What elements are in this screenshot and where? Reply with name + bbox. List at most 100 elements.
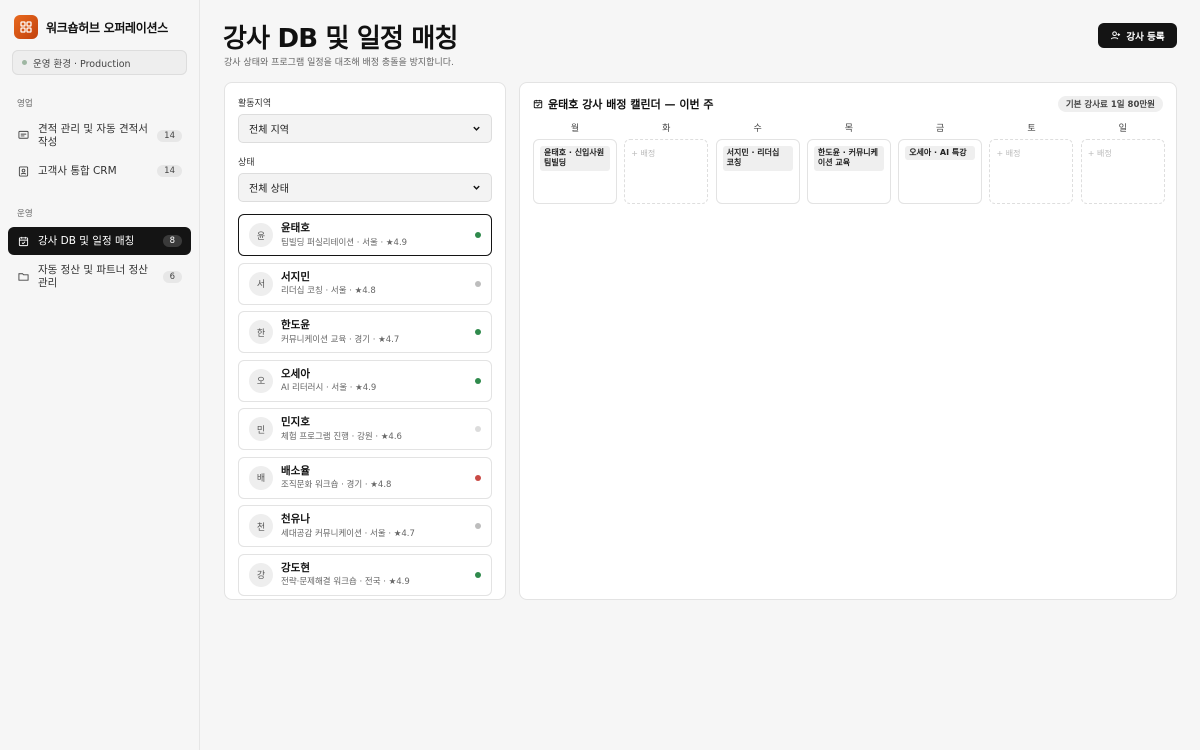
instructor-name: 강도현	[281, 561, 310, 574]
instructor-row[interactable]: 민 민지호체험 프로그램 진행 · 강원 · ★4.6	[238, 408, 492, 450]
instructor-info: 천유나세대공감 커뮤니케이션 · 서울 · ★4.7	[281, 513, 475, 538]
avatar: 민	[249, 417, 273, 441]
weekday-label: 일	[1118, 124, 1127, 134]
sidebar-item-count-badge: 14	[157, 129, 182, 142]
assign-slot-text[interactable]: + 배정	[1088, 146, 1158, 161]
weekday-cells: 윤태호 · 신입사원 팀빌딩 + 배정 서지민 · 리더십 코칭 한도윤 · 커뮤니케…	[533, 139, 1165, 204]
weekday-label: 수	[753, 124, 762, 134]
calendar-day-cell-empty[interactable]: + 배정	[624, 139, 709, 204]
instructor-info: 오세아 AI 리터러시 · 서울 · ★4.9	[281, 368, 475, 393]
sidebar-item-label: 견적 관리 및 자동 견적서 작성	[38, 123, 148, 148]
avatar: 강	[249, 562, 273, 587]
sidebar: 워크숍허브 오퍼레이션스 운영 환경 · Production 영업 견적 관리…	[0, 0, 200, 750]
environment-status-dot	[22, 60, 27, 65]
avatar: 천	[249, 514, 273, 538]
sidebar-item-instructors[interactable]: 강사 DB 및 일정 매칭 8	[8, 227, 191, 256]
instructor-row[interactable]: 한 한도윤커뮤니케이션 교육 · 경기 · ★4.7	[238, 311, 492, 353]
status-dot	[475, 329, 481, 335]
chevron-down-icon	[473, 126, 480, 131]
calendar-day-cell-empty[interactable]: + 배정	[1080, 139, 1165, 204]
instructor-meta: 리더십 코칭 · 서울 · ★4.8	[281, 286, 376, 297]
status-dot	[475, 426, 481, 432]
environment-selector[interactable]: 운영 환경 · Production	[12, 50, 187, 75]
booking-chip[interactable]: 서지민 · 리더십 코칭	[722, 146, 793, 171]
instructor-row[interactable]: 오 오세아 AI 리터러시 · 서울 · ★4.9	[238, 359, 492, 402]
calendar-day-cell[interactable]: 윤태호 · 신입사원 팀빌딩	[533, 139, 617, 204]
instructor-name: 서지민	[281, 270, 310, 283]
instructor-meta: 전략·문제해결 워크숍 · 전국 · ★4.9	[281, 577, 410, 588]
instructor-name: 천유나	[281, 513, 310, 526]
instructor-name: 배소율	[281, 464, 310, 477]
avatar: 배	[249, 465, 273, 490]
instructor-meta: 세대공감 커뮤니케이션 · 서울 · ★4.7	[281, 528, 415, 539]
sidebar-item-settlement[interactable]: 자동 정산 및 파트너 정산관리 6	[8, 258, 191, 295]
chevron-down-icon	[473, 185, 480, 190]
calendar-check-icon	[17, 235, 29, 247]
assign-slot-text[interactable]: + 배정	[996, 146, 1066, 161]
sidebar-item-label: 자동 정산 및 파트너 정산관리	[38, 264, 148, 289]
brand-logo-icon	[14, 15, 38, 39]
instructor-info: 배소율 조직문화 워크숍 · 경기 · ★4.8	[281, 465, 475, 490]
nav-section-label-operations: 운영	[17, 209, 33, 220]
instructor-info: 강도현전략·문제해결 워크숍 · 전국 · ★4.9	[281, 562, 475, 587]
avatar: 윤	[249, 223, 273, 247]
avatar: 서	[249, 271, 273, 296]
booking-chip[interactable]: 오세아 · AI 특강	[905, 146, 976, 161]
region-filter-value: 전체 지역	[249, 125, 289, 136]
instructor-name: 민지호	[281, 416, 310, 429]
instructor-info: 윤태호팀빌딩 퍼실리테이션 · 서울 · ★4.9	[281, 222, 475, 247]
instructor-meta: 체험 프로그램 진행 · 강원 · ★4.6	[281, 431, 402, 442]
instructor-name: 윤태호	[281, 222, 310, 235]
calendar-day-cell[interactable]: 서지민 · 리더십 코칭	[715, 139, 800, 204]
instructor-info: 서지민리더십 코칭 · 서울 · ★4.8	[281, 271, 475, 296]
status-dot	[475, 571, 481, 578]
region-filter-select[interactable]: 전체 지역	[238, 114, 492, 143]
status-filter-label: 상태	[238, 158, 255, 168]
nav-section-label-sales: 영업	[17, 99, 33, 109]
sidebar-item-count-badge: 6	[162, 270, 182, 283]
base-rate-chip: 기본 강사료 1일 80만원	[1057, 96, 1163, 112]
calendar-day-cell[interactable]: 오세아 · AI 특강	[898, 139, 983, 204]
status-dot	[475, 474, 481, 481]
status-dot	[475, 232, 481, 238]
booking-chip[interactable]: 윤태호 · 신입사원 팀빌딩	[540, 146, 610, 171]
environment-label: 운영 환경 · Production	[33, 58, 131, 70]
avatar: 한	[249, 320, 273, 344]
weekday-label: 월	[570, 124, 580, 134]
status-dot	[475, 523, 481, 529]
instructor-list: 윤 윤태호팀빌딩 퍼실리테이션 · 서울 · ★4.9 서 서지민리더십 코칭 · 서…	[238, 214, 492, 596]
message-square-icon	[17, 130, 29, 142]
contact-card-icon	[17, 165, 29, 177]
weekday-header: 월화수목금토일	[533, 121, 1163, 137]
instructor-meta: 팀빌딩 퍼실리테이션 · 서울 · ★4.9	[281, 237, 408, 248]
region-filter-label: 활동지역	[238, 99, 272, 109]
instructor-row[interactable]: 윤 윤태호팀빌딩 퍼실리테이션 · 서울 · ★4.9	[238, 214, 492, 256]
sidebar-item-label: 고객사 통합 CRM	[38, 164, 117, 177]
sidebar-item-quotes[interactable]: 견적 관리 및 자동 견적서 작성 14	[8, 117, 191, 154]
calendar-title: 윤태호 강사 배정 캘린더 — 이번 주	[533, 96, 714, 112]
sidebar-item-crm[interactable]: 고객사 통합 CRM 14	[8, 157, 191, 185]
instructor-meta: 커뮤니케이션 교육 · 경기 · ★4.7	[281, 334, 400, 345]
register-instructor-button[interactable]: 강사 등록	[1098, 23, 1177, 48]
instructor-row[interactable]: 배 배소율 조직문화 워크숍 · 경기 · ★4.8	[238, 456, 492, 499]
user-plus-icon	[1111, 31, 1121, 40]
instructor-info: 민지호체험 프로그램 진행 · 강원 · ★4.6	[281, 416, 475, 441]
sidebar-item-count-badge: 8	[162, 235, 182, 248]
instructor-row[interactable]: 서 서지민리더십 코칭 · 서울 · ★4.8	[238, 262, 492, 305]
instructor-name: 한도윤	[281, 319, 310, 332]
instructor-row[interactable]: 강 강도현전략·문제해결 워크숍 · 전국 · ★4.9	[238, 553, 492, 596]
status-dot	[475, 280, 481, 287]
status-filter-select[interactable]: 전체 상태	[238, 173, 492, 202]
avatar: 오	[249, 368, 273, 393]
calendar-day-cell-empty[interactable]: + 배정	[989, 139, 1074, 204]
weekday-label: 화	[662, 124, 671, 134]
assign-slot-text[interactable]: + 배정	[631, 146, 701, 161]
booking-chip[interactable]: 한도윤 · 커뮤니케이션 교육	[813, 146, 884, 171]
schedule-calendar-panel: 윤태호 강사 배정 캘린더 — 이번 주 기본 강사료 1일 80만원 월 화 수 목…	[519, 82, 1177, 600]
page-subtitle: 강사 상태와 프로그램 일정을 대조해 배정 충돌을 방지합니다.	[224, 58, 454, 68]
brand[interactable]: 워크숍허브 오퍼레이션스	[8, 14, 191, 40]
instructor-row[interactable]: 천 천유나세대공감 커뮤니케이션 · 서울 · ★4.7	[238, 505, 492, 547]
calendar-day-cell[interactable]: 한도윤 · 커뮤니케이션 교육	[806, 139, 891, 204]
instructor-meta: AI 리터러시 · 서울 · ★4.9	[281, 383, 377, 394]
status-dot	[475, 377, 481, 384]
